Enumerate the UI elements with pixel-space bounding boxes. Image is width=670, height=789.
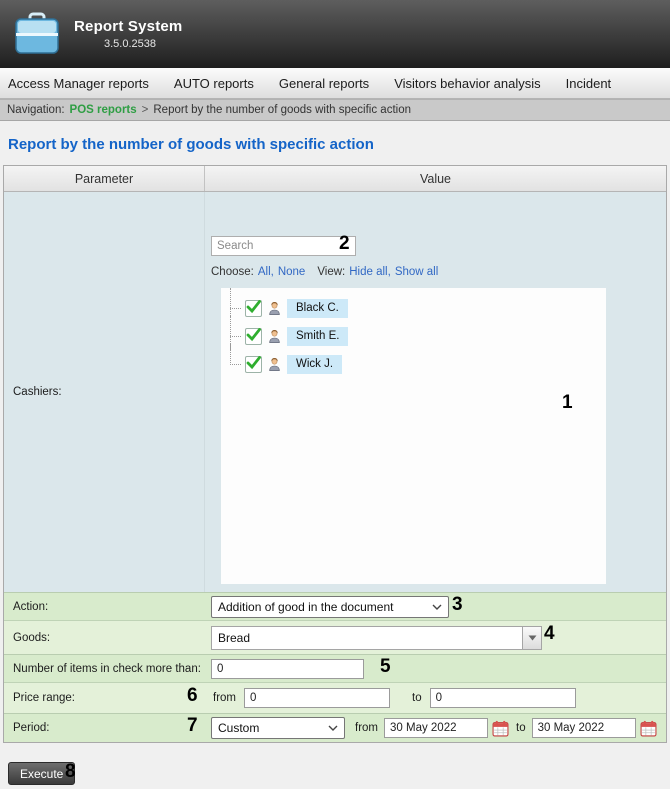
person-icon (267, 357, 282, 372)
comma-separator: , (271, 266, 274, 278)
annotation-7: 7 (187, 716, 198, 735)
cashier-checkbox[interactable] (245, 356, 262, 373)
cashiers-value-cell: Choose: All, None View: Hide all, Show a… (205, 192, 666, 592)
cashier-list-item[interactable]: Smith E. (221, 322, 606, 350)
app-window: Report System 3.5.0.2538 Access Manager … (0, 0, 670, 789)
app-title: Report System (74, 18, 182, 35)
column-header-parameter: Parameter (4, 166, 205, 191)
app-version: 3.5.0.2538 (104, 38, 182, 50)
cashier-checkbox[interactable] (245, 328, 262, 345)
price-from-label: from (213, 692, 236, 704)
header-text: Report System 3.5.0.2538 (74, 18, 182, 50)
cashier-name: Black C. (287, 299, 348, 318)
link-hide-all[interactable]: Hide all (349, 266, 387, 278)
breadcrumb-current: Report by the number of goods with speci… (153, 104, 411, 116)
row-items-in-check: Number of items in check more than: (4, 654, 666, 682)
annotation-4: 4 (544, 624, 555, 643)
check-icon (245, 354, 262, 371)
chevron-down-icon (432, 604, 442, 610)
price-from-input[interactable] (244, 688, 390, 708)
period-to-label: to (516, 722, 526, 734)
price-to-label: to (412, 692, 422, 704)
search-input[interactable] (211, 236, 356, 256)
column-header-value: Value (205, 166, 666, 191)
link-all[interactable]: All (258, 266, 271, 278)
period-select-value: Custom (218, 721, 259, 735)
cashier-list-item[interactable]: Black C. (221, 294, 606, 322)
action-select[interactable]: Addition of good in the document (211, 596, 449, 618)
calendar-icon[interactable] (640, 720, 657, 737)
breadcrumb: Navigation: POS reports > Report by the … (0, 99, 670, 121)
menu-bar: Access Manager reports AUTO reports Gene… (0, 68, 670, 99)
check-icon (245, 326, 262, 343)
cashier-list-item[interactable]: Wick J. (221, 350, 606, 378)
person-icon (267, 301, 282, 316)
goods-combobox[interactable]: Bread (211, 626, 542, 650)
cashier-name: Wick J. (287, 355, 342, 374)
menu-item-auto-reports[interactable]: AUTO reports (174, 76, 254, 91)
breadcrumb-label: Navigation: (7, 104, 65, 116)
action-label: Action: (4, 593, 205, 620)
items-in-check-input[interactable] (211, 659, 364, 679)
annotation-6: 6 (187, 686, 198, 705)
price-to-input[interactable] (430, 688, 576, 708)
row-price-range: Price range: from to (4, 682, 666, 713)
items-in-check-label: Number of items in check more than: (4, 655, 205, 682)
goods-combobox-value: Bread (212, 627, 522, 649)
row-action: Action: Addition of good in the document (4, 592, 666, 620)
annotation-8: 8 (65, 762, 76, 781)
action-select-value: Addition of good in the document (218, 600, 393, 614)
annotation-2: 2 (339, 234, 350, 253)
comma-separator: , (388, 266, 391, 278)
menu-item-visitors-behavior-analysis[interactable]: Visitors behavior analysis (394, 76, 540, 91)
cashiers-list: Black C. Smith E. (221, 288, 606, 584)
link-none[interactable]: None (278, 266, 306, 278)
link-show-all[interactable]: Show all (395, 266, 438, 278)
goods-dropdown-button[interactable] (522, 627, 541, 649)
period-label: Period: (4, 714, 205, 742)
cashier-checkbox[interactable] (245, 300, 262, 317)
menu-item-general-reports[interactable]: General reports (279, 76, 369, 91)
breadcrumb-link-pos-reports[interactable]: POS reports (70, 104, 137, 116)
annotation-5: 5 (380, 657, 391, 676)
goods-label: Goods: (4, 621, 205, 654)
calendar-icon[interactable] (492, 720, 509, 737)
row-period: Period: Custom from to (4, 713, 666, 742)
cashiers-links-row: Choose: All, None View: Hide all, Show a… (211, 266, 438, 278)
period-to-input[interactable] (532, 718, 636, 738)
menu-item-access-manager-reports[interactable]: Access Manager reports (8, 76, 149, 91)
menu-item-incident[interactable]: Incident (566, 76, 612, 91)
choose-label: Choose: (211, 266, 254, 278)
check-icon (245, 298, 262, 315)
period-from-label: from (355, 722, 378, 734)
cashiers-label: Cashiers: (4, 192, 205, 592)
period-from-input[interactable] (384, 718, 488, 738)
app-header: Report System 3.5.0.2538 (0, 0, 670, 68)
person-icon (267, 329, 282, 344)
row-goods: Goods: Bread (4, 620, 666, 654)
annotation-1: 1 (562, 393, 573, 412)
view-label: View: (317, 266, 345, 278)
breadcrumb-separator-icon: > (142, 104, 149, 116)
period-select[interactable]: Custom (211, 717, 345, 739)
triangle-down-icon (528, 635, 537, 641)
price-range-label: Price range: (4, 683, 205, 713)
page-title: Report by the number of goods with speci… (0, 121, 670, 165)
parameters-table: Parameter Value Cashiers: Choose: All, N… (3, 165, 667, 743)
annotation-3: 3 (452, 595, 463, 614)
report-system-logo-icon (12, 9, 62, 59)
cashier-name: Smith E. (287, 327, 348, 346)
chevron-down-icon (328, 725, 338, 731)
table-header-row: Parameter Value (4, 166, 666, 192)
